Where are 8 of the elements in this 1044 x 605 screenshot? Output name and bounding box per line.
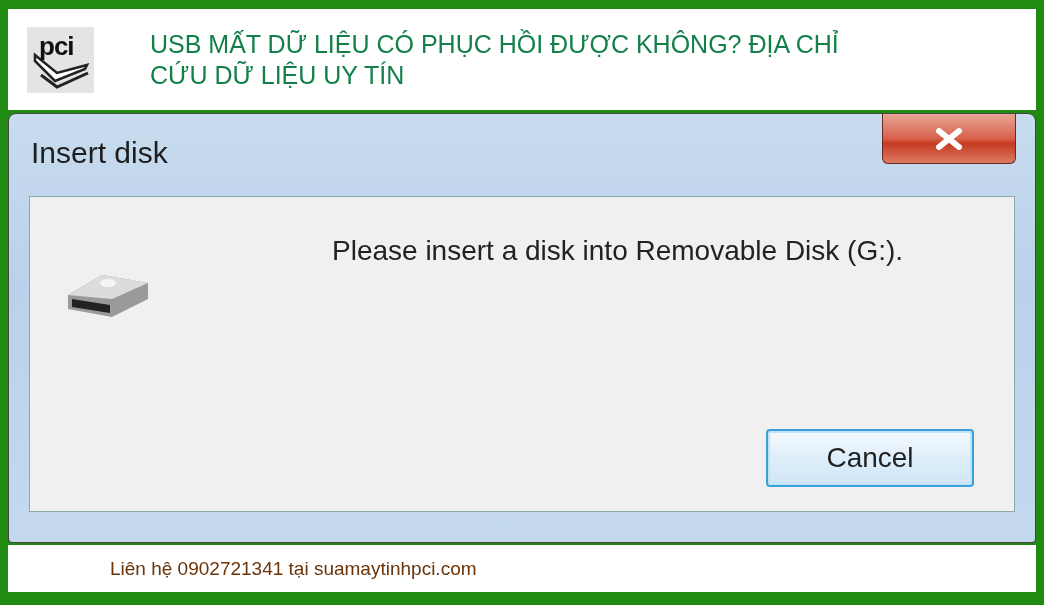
close-icon (934, 127, 964, 150)
window-title: Insert disk (31, 136, 168, 170)
article-title: USB MẤT DỮ LIỆU CÓ PHỤC HỒI ĐƯỢC KHÔNG? ĐỊA CHỈ CỨU DỮ LIỆU UY TÍN (150, 28, 840, 91)
logo-text: pci (39, 30, 74, 62)
message-text: Please insert a disk into Removable Disk (G:). (332, 235, 905, 267)
cancel-button[interactable]: Cancel (766, 429, 974, 487)
close-button[interactable] (882, 114, 1016, 164)
contact-text: Liên hệ 0902721341 tại suamaytinhpci.com (110, 557, 477, 580)
